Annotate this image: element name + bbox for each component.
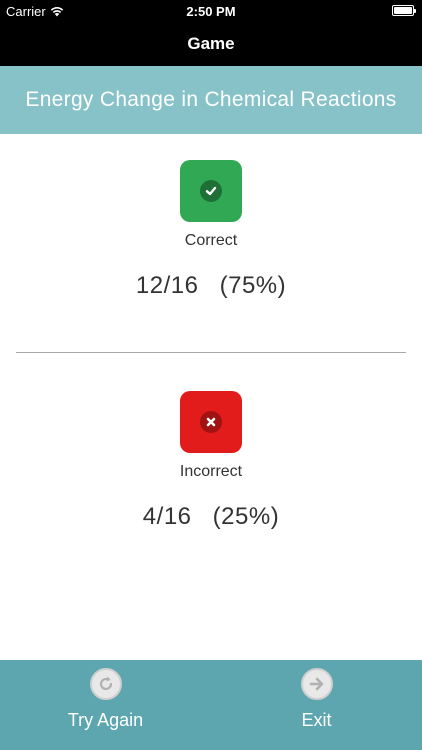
nav-bar: Game	[0, 22, 422, 66]
refresh-icon	[89, 668, 122, 700]
quiz-title: Energy Change in Chemical Reactions	[25, 88, 397, 111]
correct-label: Correct	[184, 232, 238, 249]
incorrect-result: Incorrect 4/16 (25%)	[0, 391, 422, 531]
correct-result: Correct 12/16 (75%)	[0, 160, 422, 300]
battery-icon	[392, 5, 416, 16]
arrow-right-icon	[300, 668, 333, 700]
nav-title: Game	[187, 34, 235, 53]
try-again-button[interactable]: Try Again	[0, 660, 211, 750]
correct-score: 12/16 (75%)	[135, 272, 287, 299]
incorrect-label: Incorrect	[179, 463, 243, 480]
try-again-label: Try Again	[67, 710, 144, 730]
divider	[16, 352, 406, 353]
status-time: 2:50 PM	[186, 4, 236, 19]
incorrect-score: 4/16 (25%)	[142, 503, 280, 530]
exit-button[interactable]: Exit	[211, 660, 422, 750]
incorrect-tile	[180, 391, 242, 453]
cross-icon	[200, 411, 222, 433]
status-bar: Carrier 2:50 PM	[0, 0, 422, 22]
quiz-title-banner: Energy Change in Chemical Reactions	[0, 66, 422, 134]
exit-label: Exit	[301, 710, 332, 730]
checkmark-icon	[200, 180, 222, 202]
bottom-bar: Try Again Exit	[0, 660, 422, 750]
correct-tile	[180, 160, 242, 222]
